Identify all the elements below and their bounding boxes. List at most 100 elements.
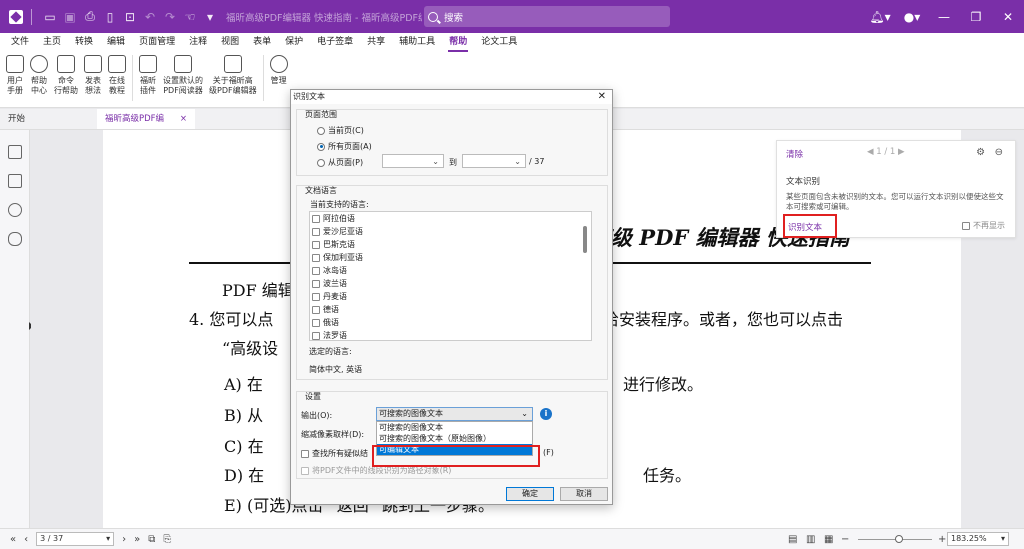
customize-toolbar-icon[interactable]: ▾ <box>200 7 220 27</box>
page-number-input[interactable]: 3 / 37 ▾ <box>36 532 115 546</box>
language-item[interactable]: 波兰语 <box>310 277 591 290</box>
print-icon[interactable]: ⎙ <box>80 7 100 27</box>
single-page-icon[interactable]: ▤ <box>784 534 801 545</box>
list-scrollbar[interactable] <box>583 226 587 253</box>
previous-page-icon[interactable]: ‹ <box>20 534 32 545</box>
panel-settings-icon[interactable]: ⚙ ⊖ <box>976 147 1003 158</box>
dialog-close-icon[interactable]: ✕ <box>598 90 606 104</box>
two-page-icon[interactable]: ▦ <box>820 534 837 545</box>
language-item[interactable]: 爱沙尼亚语 <box>310 225 591 238</box>
tab-home[interactable]: 开始 <box>0 109 97 129</box>
from-page-select[interactable]: ⌄ <box>382 154 444 168</box>
menu-item[interactable]: 论文工具 <box>474 33 524 52</box>
chevron-down-icon: ⌄ <box>432 157 439 166</box>
undo-icon[interactable]: ↶ <box>140 7 160 27</box>
menu-item[interactable]: 编辑 <box>100 33 132 52</box>
menu-item[interactable]: 注释 <box>182 33 214 52</box>
find-suspicious-checkbox[interactable]: 查找所有疑似结 <box>301 448 368 459</box>
selected-langs: 简体中文, 英语 <box>309 365 363 374</box>
ribbon-label-line1: 命令 <box>58 76 74 85</box>
restore-button[interactable]: ❐ <box>960 0 992 33</box>
menu-item[interactable]: 视图 <box>214 33 246 52</box>
menu-item[interactable]: 主页 <box>36 33 68 52</box>
ribbon-button[interactable]: 设置默认的 PDF阅读器 <box>160 55 206 96</box>
language-item[interactable]: 巴斯克语 <box>310 238 591 251</box>
document-text-line: 4. 您可以点 <box>189 310 274 329</box>
ribbon-button[interactable]: 管理 <box>267 55 291 86</box>
search-box[interactable]: 搜索 <box>424 6 670 27</box>
radio-all-pages[interactable]: 所有页面(A) <box>317 141 372 152</box>
hand-tool-icon[interactable]: ☜ <box>180 7 200 27</box>
menu-item[interactable]: 电子签章 <box>310 33 360 52</box>
output-select[interactable]: 可搜索的图像文本 ⌄ <box>376 407 533 421</box>
language-item[interactable]: 冰岛语 <box>310 264 591 277</box>
continuous-page-icon[interactable]: ▥ <box>802 534 819 545</box>
dont-show-checkbox[interactable]: 不再显示 <box>962 220 1005 231</box>
output-option[interactable]: 可搜索的图像文本（原始图像） <box>377 433 532 444</box>
cancel-button[interactable]: 取消 <box>560 487 608 501</box>
language-item[interactable]: 保加利亚语 <box>310 251 591 264</box>
menu-item[interactable]: 页面管理 <box>132 33 182 52</box>
first-page-icon[interactable]: « <box>6 534 20 545</box>
zoom-slider[interactable] <box>858 535 932 543</box>
menu-item[interactable]: 保护 <box>278 33 310 52</box>
last-page-icon[interactable]: » <box>130 534 144 545</box>
language-list[interactable]: 阿拉伯语 爱沙尼亚语 巴斯克语 保加利亚语 冰岛语 波兰语 丹麦语 德语 俄语 法罗语 <box>309 211 592 341</box>
ok-button[interactable]: 确定 <box>506 487 554 501</box>
create-icon[interactable]: ⊡ <box>120 7 140 27</box>
rotate-icon[interactable]: ⎘ <box>159 534 175 545</box>
language-item[interactable]: 法罗语 <box>310 329 591 340</box>
to-page-select[interactable]: ⌄ <box>462 154 526 168</box>
save-icon[interactable]: ▣ <box>60 7 80 27</box>
output-select-value: 可搜索的图像文本 <box>379 409 443 418</box>
language-item[interactable]: 俄语 <box>310 316 591 329</box>
redo-icon[interactable]: ↷ <box>160 7 180 27</box>
language-item[interactable]: 阿拉伯语 <box>310 212 591 225</box>
comments-icon[interactable] <box>7 203 22 217</box>
find-suspicious-label: 查找所有疑似结 <box>312 449 368 458</box>
ribbon-label-line2: 行帮助 <box>54 86 78 95</box>
recognize-text-button[interactable]: 识别文本 <box>783 214 837 238</box>
zoom-level-input[interactable]: 183.25% ▾ <box>947 532 1009 546</box>
bookmark-icon[interactable] <box>7 145 22 159</box>
ribbon-button[interactable]: 关于福昕高 级PDF编辑器 <box>206 55 260 96</box>
menu-item[interactable]: 表单 <box>246 33 278 52</box>
menu-item[interactable]: 辅助工具 <box>392 33 442 52</box>
ribbon-button[interactable]: 帮助 中心 <box>27 55 51 96</box>
ribbon-button[interactable]: 发表 想法 <box>81 55 105 96</box>
page-view-icon[interactable]: ⧉ <box>144 534 159 545</box>
tab-close-icon[interactable]: × <box>180 109 187 129</box>
minimize-button[interactable]: — <box>928 0 960 33</box>
tab-document[interactable]: 福昕高级PDF编辑... × <box>97 109 195 144</box>
zoom-slider-thumb[interactable] <box>894 535 903 543</box>
menu-item[interactable]: 文件 <box>4 33 36 52</box>
ribbon-label-line1: 在线 <box>109 76 125 85</box>
clear-link[interactable]: 清除 <box>786 148 803 160</box>
menu-item[interactable]: 帮助 <box>442 33 474 52</box>
ribbon-button[interactable]: 命令 行帮助 <box>51 55 81 96</box>
notification-bell-icon[interactable]: 🔔︎▾ <box>864 0 896 33</box>
ribbon-button[interactable]: 用户 手册 <box>3 55 27 96</box>
result-navigator[interactable]: ◀ 1 / 1 ▶ <box>867 147 905 157</box>
attachment-icon[interactable] <box>7 232 22 246</box>
menu-item[interactable]: 转换 <box>68 33 100 52</box>
info-icon[interactable]: i <box>540 408 552 420</box>
output-option[interactable]: 可搜索的图像文本 <box>377 422 532 433</box>
language-item[interactable]: 德语 <box>310 303 591 316</box>
language-item[interactable]: 丹麦语 <box>310 290 591 303</box>
radio-current-page[interactable]: 当前页(C) <box>317 125 364 136</box>
open-folder-icon[interactable]: ▭ <box>40 7 60 27</box>
zoom-out-icon[interactable]: − <box>837 534 853 545</box>
new-document-icon[interactable]: ▯ <box>100 7 120 27</box>
next-page-icon[interactable]: › <box>118 534 130 545</box>
page-thumbnails-icon[interactable] <box>7 174 22 188</box>
feedback-icon <box>84 55 102 73</box>
menu-item[interactable]: 共享 <box>360 33 392 52</box>
ribbon-button[interactable]: 在线 教程 <box>105 55 129 96</box>
radio-from-page[interactable]: 从页面(P) <box>317 157 363 168</box>
ribbon-button[interactable]: 福昕 插件 <box>136 55 160 96</box>
highlight-box <box>372 445 540 467</box>
account-icon[interactable]: ●▾ <box>896 0 928 33</box>
close-button[interactable]: ✕ <box>992 0 1024 33</box>
radio-label: 当前页(C) <box>328 126 364 135</box>
